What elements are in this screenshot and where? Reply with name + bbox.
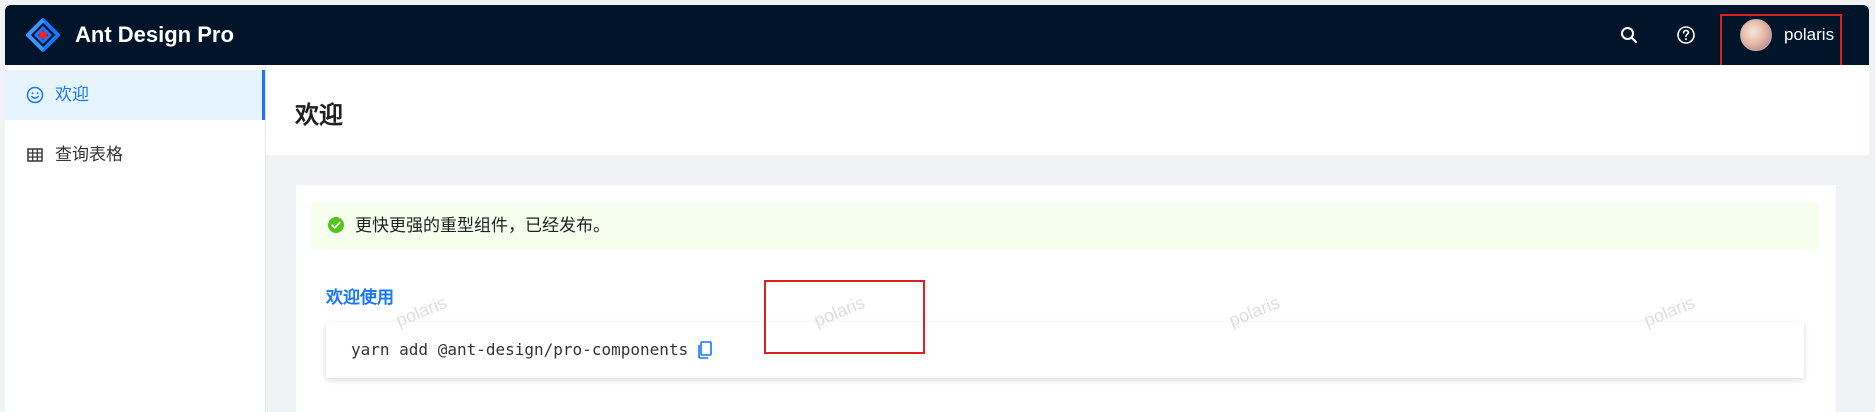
page-header: 欢迎 [266, 65, 1869, 155]
ant-design-logo-icon[interactable] [25, 17, 61, 53]
table-icon [25, 145, 45, 165]
username[interactable]: polaris [1784, 19, 1834, 51]
success-alert: 更快更强的重型组件，已经发布。 [311, 202, 1819, 249]
welcome-use-link[interactable]: 欢迎使用 [326, 283, 394, 308]
check-circle-icon [327, 216, 345, 234]
search-icon[interactable] [1619, 25, 1639, 45]
copy-icon[interactable] [696, 340, 714, 360]
sidebar: 欢迎 查询表格 [5, 65, 266, 412]
avatar[interactable] [1740, 19, 1772, 51]
question-circle-icon[interactable] [1676, 25, 1696, 45]
content-card: 更快更强的重型组件，已经发布。 欢迎使用 yarn add @ant-desig… [296, 185, 1836, 412]
app-frame: Ant Design Pro polaris 欢迎 查询表格 欢迎 更快更强的重… [0, 0, 1875, 412]
top-header: Ant Design Pro polaris [5, 5, 1869, 65]
sidebar-item-label: 查询表格 [55, 145, 123, 164]
page-title: 欢迎 [295, 102, 343, 129]
code-snippet: yarn add @ant-design/pro-components [326, 322, 1804, 378]
app-title[interactable]: Ant Design Pro [75, 5, 234, 65]
alert-message: 更快更强的重型组件，已经发布。 [355, 216, 610, 235]
code-text[interactable]: yarn add @ant-design/pro-components [351, 322, 688, 378]
smile-icon [25, 85, 45, 105]
sidebar-item-welcome[interactable]: 欢迎 [5, 70, 265, 120]
sidebar-item-query-table[interactable]: 查询表格 [5, 130, 265, 180]
sidebar-item-label: 欢迎 [55, 85, 89, 104]
